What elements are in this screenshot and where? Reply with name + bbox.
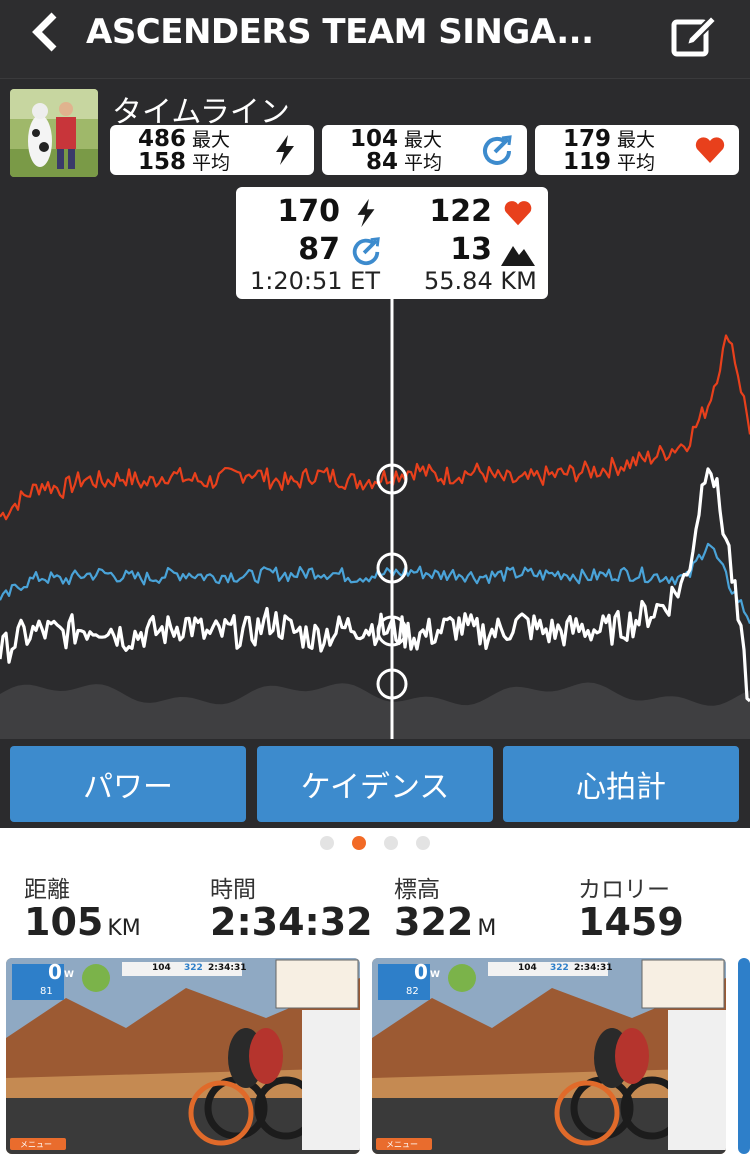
ride-screenshot-2[interactable]: 0 W 82 104 322 2:34:31 メニュー bbox=[372, 958, 726, 1154]
power-max-label: 最大 bbox=[192, 129, 231, 151]
distance-stat: 105 KM bbox=[24, 900, 141, 944]
top-bar: ASCENDERS TEAM SINGA... bbox=[0, 0, 750, 78]
tooltip-distance: 55.84 KM bbox=[424, 267, 537, 295]
cadence-max-value: 104 bbox=[349, 126, 398, 152]
pager-dot-active[interactable] bbox=[352, 836, 366, 850]
hud-power: 0 bbox=[48, 960, 62, 984]
tooltip-elapsed-time: 1:20:51 ET bbox=[250, 267, 380, 295]
edit-icon bbox=[671, 14, 718, 57]
heart-rate-stat-card: 179 最大 119 平均 bbox=[535, 125, 739, 175]
heart-max-value: 179 bbox=[562, 126, 611, 152]
distance-value: 105 bbox=[24, 900, 104, 944]
cadence-series-line bbox=[0, 542, 750, 625]
cadence-stat-card: 104 最大 84 平均 bbox=[322, 125, 527, 175]
elevation-label: 標高 bbox=[394, 877, 440, 903]
heart-rate-series-line bbox=[0, 334, 750, 521]
ride-screenshot-image bbox=[738, 958, 750, 1154]
ride-screenshot-1[interactable]: 0 W 81 104 322 2:34:31 メニュー bbox=[6, 958, 360, 1154]
pager bbox=[0, 836, 750, 850]
heart-rate-tab-button[interactable]: 心拍計 bbox=[503, 746, 739, 822]
hud-power-unit: W bbox=[430, 970, 440, 980]
ride-screenshot-3-partial[interactable] bbox=[738, 958, 750, 1154]
hud-cadence: 82 bbox=[406, 986, 419, 997]
hud-power-unit: W bbox=[64, 970, 74, 980]
tooltip-elevation-value: 13 bbox=[450, 232, 492, 267]
pager-dot[interactable] bbox=[320, 836, 334, 850]
distance-unit: KM bbox=[107, 916, 141, 941]
chevron-left-icon bbox=[32, 12, 57, 52]
elevation-value: 322 bbox=[394, 900, 474, 944]
heart-icon bbox=[695, 137, 725, 163]
power-max-value: 486 bbox=[137, 126, 186, 152]
ride-screenshot-image bbox=[372, 958, 726, 1154]
power-stat-card: 486 最大 158 平均 bbox=[110, 125, 314, 175]
lightning-icon bbox=[276, 135, 294, 165]
chart-tooltip: 170 122 87 13 1:20:51 ET 55.84 KM bbox=[236, 187, 548, 299]
hud-elev: 322 bbox=[184, 963, 203, 973]
hud-time: 2:34:31 bbox=[208, 963, 247, 973]
cadence-icon bbox=[483, 135, 512, 165]
power-avg-label: 平均 bbox=[192, 152, 231, 174]
menu-label: メニュー bbox=[20, 1140, 52, 1149]
timeline-panel: タイムライン 486 最大 158 平均 104 最大 84 平均 179 最大 119 平… bbox=[0, 78, 750, 828]
cadence-avg-value: 84 bbox=[365, 149, 398, 175]
tooltip-heart-value: 122 bbox=[429, 194, 492, 229]
hud-power: 0 bbox=[414, 960, 428, 984]
lightning-icon bbox=[357, 198, 375, 228]
distance-label: 距離 bbox=[24, 877, 70, 903]
back-button[interactable] bbox=[20, 10, 70, 54]
ride-screenshot-image bbox=[6, 958, 360, 1154]
time-value: 2:34:32 bbox=[210, 900, 373, 944]
timeline-chart[interactable] bbox=[0, 299, 750, 739]
hud-cadence: 81 bbox=[40, 986, 53, 997]
hud-time: 2:34:31 bbox=[574, 963, 613, 973]
pager-dot[interactable] bbox=[416, 836, 430, 850]
cadence-tab-button[interactable]: ケイデンス bbox=[257, 746, 493, 822]
power-tab-button[interactable]: パワー bbox=[10, 746, 246, 822]
tooltip-power-value: 170 bbox=[277, 194, 340, 229]
pager-dot[interactable] bbox=[384, 836, 398, 850]
elevation-series bbox=[0, 682, 750, 739]
heart-icon bbox=[504, 201, 532, 226]
cadence-max-label: 最大 bbox=[404, 129, 443, 151]
avatar[interactable] bbox=[10, 89, 98, 177]
tooltip-cadence-value: 87 bbox=[298, 232, 340, 267]
time-stat: 2:34:32 bbox=[210, 900, 373, 944]
calories-stat: 1459 bbox=[578, 900, 684, 944]
calories-value: 1459 bbox=[578, 900, 684, 944]
hud-top: 104 bbox=[152, 963, 171, 973]
cadence-avg-label: 平均 bbox=[404, 152, 443, 174]
cadence-icon bbox=[352, 237, 380, 265]
mountain-icon bbox=[501, 246, 535, 266]
heart-max-label: 最大 bbox=[617, 129, 656, 151]
menu-label: メニュー bbox=[386, 1140, 418, 1149]
elevation-stat: 322 M bbox=[394, 900, 496, 944]
calories-label: カロリー bbox=[578, 877, 670, 903]
page-title: ASCENDERS TEAM SINGA... bbox=[86, 12, 594, 52]
hud-elev: 322 bbox=[550, 963, 569, 973]
power-series-line bbox=[0, 467, 750, 703]
elevation-area bbox=[0, 682, 750, 739]
heart-avg-label: 平均 bbox=[617, 152, 656, 174]
elevation-unit: M bbox=[477, 916, 497, 941]
time-label: 時間 bbox=[210, 877, 256, 903]
hud-top: 104 bbox=[518, 963, 537, 973]
heart-avg-value: 119 bbox=[562, 149, 611, 175]
edit-button[interactable] bbox=[666, 6, 722, 60]
power-avg-value: 158 bbox=[137, 149, 186, 175]
